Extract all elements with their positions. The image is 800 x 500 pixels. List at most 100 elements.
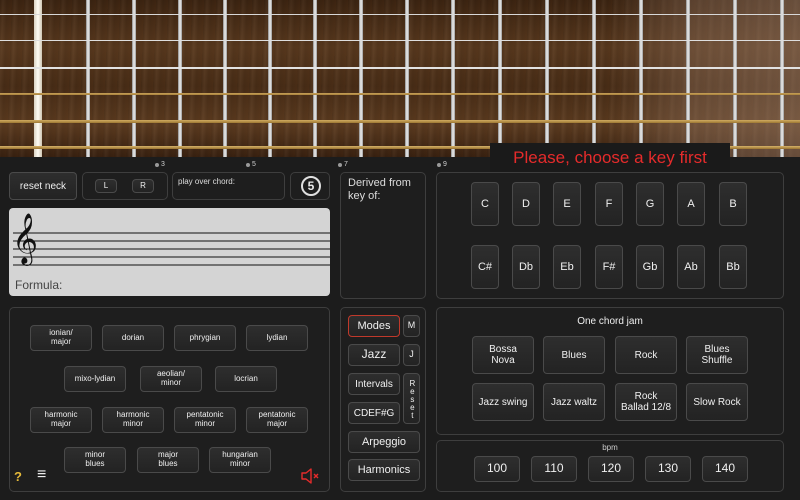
scale-harmonic-minor-button[interactable]: harmonic minor [102,407,164,433]
jazz-short-button[interactable]: J [403,344,420,366]
key-c-button[interactable]: C [471,182,499,226]
reset-button[interactable]: Reset [403,373,420,424]
fret-marker: 7 [338,161,348,168]
number-value: 5 [307,179,315,193]
fret [686,0,690,157]
scale-pentatonic-minor-button[interactable]: pentatonic minor [174,407,236,433]
bpm-100-button[interactable]: 100 [474,456,520,482]
notation-staff: 𝄞 Formula: [9,208,330,296]
guitar-string [0,93,800,95]
help-icon[interactable]: ? [14,469,22,484]
reset-label: Reset [407,378,417,419]
fret [86,0,90,157]
scale-phrygian-button[interactable]: phrygian [174,325,236,351]
style-rock-ballad-button[interactable]: Rock Ballad 12/8 [615,383,677,421]
style-jazz-waltz-button[interactable]: Jazz waltz [543,383,605,421]
fret [498,0,502,157]
scale-lydian-button[interactable]: lydian [246,325,308,351]
formula-label: Formula: [15,278,63,292]
fret-marker: 5 [246,161,256,168]
key-dflat-button[interactable]: Db [512,245,540,289]
scales-panel: ionian/ major dorian phrygian lydian mix… [9,307,330,492]
derived-key-panel: Derived from key of: [340,172,426,299]
jazz-button[interactable]: Jazz [348,344,400,366]
guitar-fretboard[interactable] [0,0,800,157]
fret [313,0,317,157]
fret-marker: 3 [155,161,165,168]
key-d-button[interactable]: D [512,182,540,226]
style-rock-button[interactable]: Rock [615,336,677,374]
scale-harmonic-major-button[interactable]: harmonic major [30,407,92,433]
fret [405,0,409,157]
number-dial-button[interactable]: 5 [301,176,321,196]
key-b-button[interactable]: B [719,182,747,226]
modes-short-button[interactable]: M [403,315,420,337]
key-gflat-button[interactable]: Gb [636,245,664,289]
key-warning-message: Please, choose a key first [490,143,730,173]
scale-hungarian-minor-button[interactable]: hungarian minor [209,447,271,473]
bpm-label: bpm [602,443,618,452]
scale-locrian-button[interactable]: locrian [215,366,277,392]
key-a-button[interactable]: A [677,182,705,226]
scale-dorian-button[interactable]: dorian [102,325,164,351]
treble-clef-icon: 𝄞 [12,213,39,264]
fret [639,0,643,157]
scale-ionian-button[interactable]: ionian/ major [30,325,92,351]
one-chord-jam-panel: One chord jam Bossa Nova Blues Rock Blue… [436,307,784,435]
key-bflat-button[interactable]: Bb [719,245,747,289]
fret [359,0,363,157]
key-f-button[interactable]: F [595,182,623,226]
fret-marker: 9 [437,161,447,168]
menu-icon[interactable]: ≡ [37,466,46,484]
bpm-130-button[interactable]: 130 [645,456,691,482]
cdefg-button[interactable]: CDEF#G [348,402,400,424]
key-eflat-button[interactable]: Eb [553,245,581,289]
scale-aeolian-button[interactable]: aeolian/ minor [140,366,202,392]
speaker-muted-icon[interactable] [300,468,320,484]
key-selector-panel: C D E F G A B C# Db Eb F# Gb Ab Bb [436,172,784,299]
harmonics-button[interactable]: Harmonics [348,459,420,481]
fret [268,0,272,157]
key-e-button[interactable]: E [553,182,581,226]
right-hand-button[interactable]: R [132,179,154,193]
key-fsharp-button[interactable]: F# [595,245,623,289]
left-hand-button[interactable]: L [95,179,117,193]
guitar-string [0,120,800,123]
style-bossa-nova-button[interactable]: Bossa Nova [472,336,534,374]
fret [451,0,455,157]
fret [132,0,136,157]
play-over-chord-label: play over chord: [178,177,235,186]
fret [780,0,784,157]
key-csharp-button[interactable]: C# [471,245,499,289]
guitar-string [0,14,800,15]
fret [545,0,549,157]
scale-mixolydian-button[interactable]: mixo-lydian [64,366,126,392]
fret [592,0,596,157]
style-slow-rock-button[interactable]: Slow Rock [686,383,748,421]
arpeggio-button[interactable]: Arpeggio [348,431,420,453]
guitar-nut [34,0,42,157]
reset-neck-button[interactable]: reset neck [9,172,77,200]
bpm-panel: bpm 100 110 120 130 140 [436,440,784,492]
scale-minor-blues-button[interactable]: minor blues [64,447,126,473]
style-blues-button[interactable]: Blues [543,336,605,374]
bpm-110-button[interactable]: 110 [531,456,577,482]
play-over-chord-field[interactable]: play over chord: [172,172,285,200]
style-jazz-swing-button[interactable]: Jazz swing [472,383,534,421]
fret [733,0,737,157]
scale-major-blues-button[interactable]: major blues [137,447,199,473]
jam-title: One chord jam [577,316,643,327]
bpm-140-button[interactable]: 140 [702,456,748,482]
scale-pentatonic-major-button[interactable]: pentatonic major [246,407,308,433]
modes-button[interactable]: Modes [348,315,400,337]
category-panel: Modes M Jazz J Intervals Reset CDEF#G Ar… [340,307,426,492]
key-aflat-button[interactable]: Ab [677,245,705,289]
bpm-120-button[interactable]: 120 [588,456,634,482]
key-g-button[interactable]: G [636,182,664,226]
fret [178,0,182,157]
style-blues-shuffle-button[interactable]: Blues Shuffle [686,336,748,374]
left-right-selector: L R [82,172,168,200]
guitar-string [0,40,800,41]
intervals-button[interactable]: Intervals [348,373,400,395]
number-panel: 5 [290,172,330,200]
